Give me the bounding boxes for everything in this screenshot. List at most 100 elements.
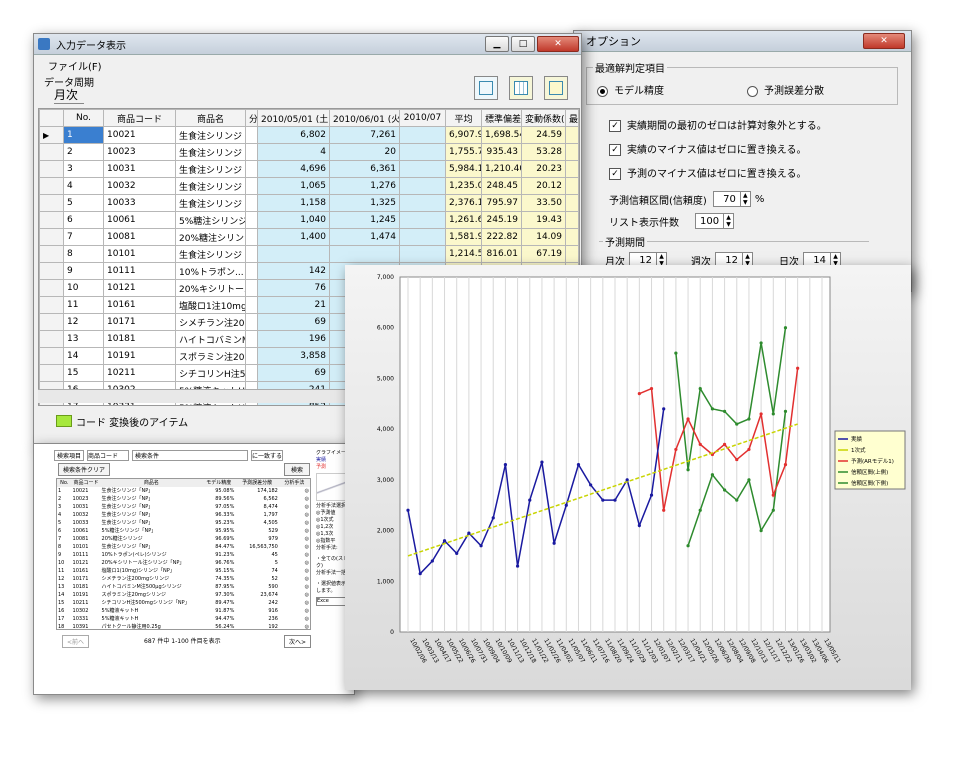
cell-d2[interactable]: 1,474 <box>329 228 400 246</box>
check-forecast-negative[interactable]: ✓ 予測のマイナス値はゼロに置き換える。 <box>609 165 807 180</box>
cell-name[interactable]: 20%キシリトール... <box>175 279 246 297</box>
search-col-header[interactable]: 商品コード <box>72 479 101 487</box>
cell-cv[interactable]: 19.43 <box>521 211 566 229</box>
cell-max[interactable] <box>565 245 579 263</box>
col-header[interactable]: 商品コード <box>103 109 176 127</box>
list-item[interactable]: 3 10031 生食注シリンジ「NP」 97.05% 8,474 ◎ <box>57 503 310 511</box>
cell-no[interactable]: 14 <box>63 347 104 365</box>
list-item[interactable]: 15 10211 シチコリンH注500mgシリンジ「NP」 89.47% 242 ◎ <box>57 599 310 607</box>
col-header[interactable]: 変動係数(%) <box>521 109 566 127</box>
cell-d1[interactable]: 1,040 <box>257 211 330 229</box>
col-header[interactable]: 標準偏差 <box>481 109 522 127</box>
list-item[interactable]: 6 10061 5%糖注シリンジ「NP」 95.95% 529 ◎ <box>57 527 310 535</box>
cell-code[interactable]: 10032 <box>103 177 176 195</box>
cell-avg[interactable]: 5,984.17 <box>445 160 482 178</box>
cell-cv[interactable]: 20.12 <box>521 177 566 195</box>
list-item[interactable]: 17 10331 5%糖液キットH 94.47% 236 ◎ <box>57 615 310 623</box>
cell-no[interactable]: 12 <box>63 313 104 331</box>
cell-d3[interactable] <box>399 126 446 144</box>
cell-sel[interactable] <box>39 347 64 365</box>
cell-sel[interactable] <box>39 313 64 331</box>
cell-no[interactable]: 11 <box>63 296 104 314</box>
search-col-header[interactable]: 予測誤差分散 <box>235 479 279 487</box>
table-row[interactable]: 6100615%糖注シリンジ「... 1,0401,245 1,261.67245.… <box>39 211 579 229</box>
cell-code[interactable]: 10023 <box>103 143 176 161</box>
maximize-button[interactable]: □ <box>511 36 535 52</box>
table-row[interactable]: 310031生食注シリンジ「N... 4,6966,361 5,984.171,21… <box>39 160 579 178</box>
list-item[interactable]: 16 10302 5%糖液キットH 91.87% 916 ◎ <box>57 607 310 615</box>
close-button[interactable]: ✕ <box>863 33 905 49</box>
cell-max[interactable] <box>565 126 579 144</box>
list-item[interactable]: 4 10032 生食注シリンジ「NP」 96.33% 1,797 ◎ <box>57 511 310 519</box>
col-header[interactable]: 分 <box>245 109 258 127</box>
cell-d1[interactable]: 76 <box>257 279 330 297</box>
cell-d3[interactable] <box>399 211 446 229</box>
cell-d3[interactable] <box>399 177 446 195</box>
cell-avg[interactable]: 1,581.96 <box>445 228 482 246</box>
cell-sel[interactable] <box>39 296 64 314</box>
cell-code[interactable]: 10061 <box>103 211 176 229</box>
cell-avg[interactable]: 1,755.74 <box>445 143 482 161</box>
cell-d1[interactable]: 3,858 <box>257 347 330 365</box>
cell-cat[interactable] <box>245 364 258 382</box>
cell-name[interactable]: 塩酸ロ1注10mg... <box>175 296 246 314</box>
cell-cat[interactable] <box>245 313 258 331</box>
cell-name[interactable]: 5%糖注シリンジ「... <box>175 211 246 229</box>
cell-code[interactable]: 10081 <box>103 228 176 246</box>
cell-max[interactable] <box>565 177 579 195</box>
cell-d3[interactable] <box>399 194 446 212</box>
search-button[interactable]: 検索 <box>284 463 311 476</box>
cell-cat[interactable] <box>245 177 258 195</box>
cell-cv[interactable]: 33.50 <box>521 194 566 212</box>
cell-code[interactable]: 10181 <box>103 330 176 348</box>
cell-avg[interactable]: 1,261.67 <box>445 211 482 229</box>
col-header[interactable]: 最大 <box>565 109 579 127</box>
cell-d2[interactable] <box>329 245 400 263</box>
list-item[interactable]: 9 10111 10%トラポン(ペレ)シリンジ 91.23% 45 ◎ <box>57 551 310 559</box>
cell-d1[interactable]: 4 <box>257 143 330 161</box>
cell-std[interactable]: 248.45 <box>481 177 522 195</box>
cell-sel[interactable] <box>39 143 64 161</box>
cell-no[interactable]: 5 <box>63 194 104 212</box>
col-header[interactable]: No. <box>63 109 104 127</box>
cell-code[interactable]: 10111 <box>103 262 176 280</box>
cell-max[interactable] <box>565 211 579 229</box>
cell-cat[interactable] <box>245 296 258 314</box>
cell-code[interactable]: 10161 <box>103 296 176 314</box>
cell-name[interactable]: 生食注シリンジ「N... <box>175 177 246 195</box>
cell-cat[interactable] <box>245 262 258 280</box>
cell-no[interactable]: 3 <box>63 160 104 178</box>
cell-code[interactable]: 10211 <box>103 364 176 382</box>
cell-d2[interactable]: 7,261 <box>329 126 400 144</box>
cell-sel[interactable] <box>39 330 64 348</box>
cell-sel[interactable]: ▶ <box>39 126 64 144</box>
spinner-arrows-icon[interactable]: ▲ ▼ <box>739 192 750 206</box>
cell-d1[interactable]: 1,400 <box>257 228 330 246</box>
cell-code[interactable]: 10031 <box>103 160 176 178</box>
cell-sel[interactable] <box>39 211 64 229</box>
cell-cv[interactable]: 24.59 <box>521 126 566 144</box>
cell-name[interactable]: スポラミン注20m... <box>175 347 246 365</box>
cell-no[interactable]: 6 <box>63 211 104 229</box>
cell-cat[interactable] <box>245 126 258 144</box>
cell-avg[interactable]: 1,235.08 <box>445 177 482 195</box>
cell-name[interactable]: 20%糖注シリンジ... <box>175 228 246 246</box>
table-row[interactable]: 410032生食注シリンジ「N... 1,0651,276 1,235.08248.… <box>39 177 579 195</box>
minimize-button[interactable]: ▁ <box>485 36 509 52</box>
cell-sel[interactable] <box>39 228 64 246</box>
cell-cat[interactable] <box>245 228 258 246</box>
list-count-spinner[interactable]: 100 ▲ ▼ <box>695 213 735 229</box>
cell-max[interactable] <box>565 143 579 161</box>
col-header[interactable]: 2010/06/01 (火) <box>329 109 400 127</box>
list-item[interactable]: 18 10391 パセトクール静注用0.25g 56.24% 192 ◎ <box>57 623 310 629</box>
cell-d1[interactable]: 6,802 <box>257 126 330 144</box>
cell-cat[interactable] <box>245 160 258 178</box>
layout-button-2[interactable] <box>509 76 533 100</box>
cell-name[interactable]: ハイトコバミンM注... <box>175 330 246 348</box>
list-item[interactable]: 11 10161 塩酸ロ1(10mg)シリンジ「NP」 95.15% 74 ◎ <box>57 567 310 575</box>
cell-code[interactable]: 10101 <box>103 245 176 263</box>
cell-code[interactable]: 10033 <box>103 194 176 212</box>
cell-sel[interactable] <box>39 262 64 280</box>
list-item[interactable]: 13 10181 ハイトコバミンM注500μgシリンジ 87.95% 590 ◎ <box>57 583 310 591</box>
cell-name[interactable]: 生食注シリンジ「N... <box>175 245 246 263</box>
